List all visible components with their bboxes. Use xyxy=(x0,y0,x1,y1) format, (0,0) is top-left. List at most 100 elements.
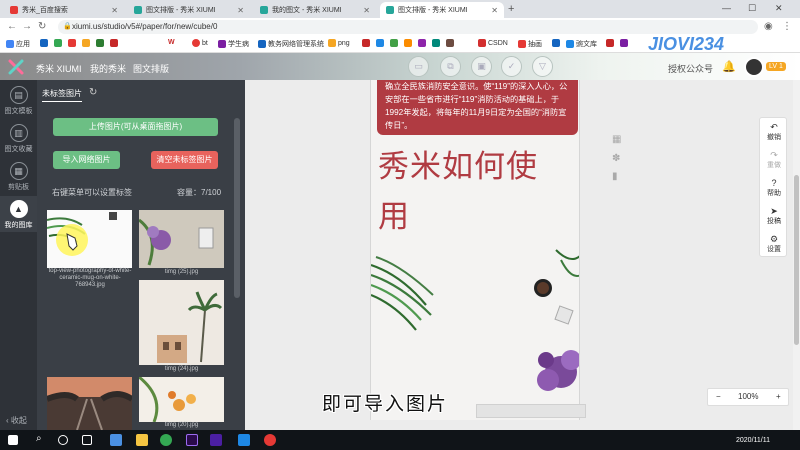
import-web-image-button[interactable]: 导入网络图片 xyxy=(53,151,120,169)
rail-item-gallery[interactable]: ▲ 我的图库 xyxy=(0,196,37,232)
maximize-icon[interactable]: ☐ xyxy=(748,3,756,14)
bookmark-icon[interactable] xyxy=(620,39,628,47)
bookmark-icons-group-4 xyxy=(606,39,630,47)
browser-tab-3[interactable]: 我的图文 - 秀米 XIUMI ✕ xyxy=(254,2,376,18)
settings-button[interactable]: ⚙ 设置 xyxy=(760,234,788,254)
scroll-thumb[interactable] xyxy=(794,175,799,345)
url-field[interactable]: 🔒 xiumi.us/studio/v5#/paper/for/new/cube/… xyxy=(58,20,758,34)
avatar[interactable] xyxy=(744,57,764,77)
bookmark-student[interactable]: 学生病 xyxy=(218,39,249,49)
dropdown-icon[interactable]: ▽ xyxy=(532,56,553,77)
record-icon[interactable] xyxy=(264,434,276,446)
bookmark-icon[interactable] xyxy=(418,39,426,47)
bookmark-w[interactable]: W xyxy=(168,39,175,46)
rail-item-favorites[interactable]: ▥ 图文收藏 xyxy=(0,120,37,156)
bookmark-png[interactable]: png xyxy=(328,39,350,47)
brand-name[interactable]: 秀米 XIUMI xyxy=(36,62,82,75)
rail-item-templates[interactable]: ▤ 图文模板 xyxy=(0,82,37,118)
menu-icon[interactable]: ⋮ xyxy=(782,21,792,32)
image-thumb-5[interactable] xyxy=(139,377,224,422)
cortana-icon[interactable] xyxy=(58,435,68,445)
browser-tab-2[interactable]: 图文排版 - 秀米 XIUMI ✕ xyxy=(128,2,250,18)
bookmark-icon[interactable] xyxy=(362,39,370,47)
new-tab-button[interactable]: + xyxy=(508,3,514,15)
bookmark-icon[interactable] xyxy=(432,39,440,47)
task-view-icon[interactable] xyxy=(82,435,92,445)
app-icon[interactable] xyxy=(210,434,222,446)
zoom-in-button[interactable]: + xyxy=(776,392,781,401)
bookmark-bt[interactable]: bt xyxy=(192,39,208,47)
save-icon[interactable]: ▣ xyxy=(471,56,492,77)
image-thumb-2[interactable] xyxy=(139,210,224,268)
preview-icon[interactable]: ▭ xyxy=(408,56,429,77)
bookmark-label: 教务网络管理系统 xyxy=(268,41,324,48)
close-icon[interactable]: ✕ xyxy=(237,6,244,15)
bookmark-edu[interactable]: 教务网络管理系统 xyxy=(258,39,324,49)
bookmark-apps[interactable]: 应用 xyxy=(6,39,30,49)
windows-start-icon[interactable] xyxy=(8,435,18,445)
submit-button[interactable]: ➤ 投稿 xyxy=(760,206,788,226)
bookmark-icon[interactable] xyxy=(68,39,76,47)
tab-untagged-images[interactable]: 未标签图片 xyxy=(42,88,82,102)
authorize-account-link[interactable]: 授权公众号 xyxy=(668,62,713,75)
bookmark-icon[interactable] xyxy=(110,39,118,47)
premiere-icon[interactable] xyxy=(186,434,198,446)
image-thumb-1[interactable] xyxy=(47,210,132,268)
panel-scrollbar[interactable] xyxy=(234,118,240,298)
search-icon[interactable]: ⌕ xyxy=(36,433,48,445)
clear-untagged-button[interactable]: 清空未标签图片 xyxy=(151,151,218,169)
bookmark-icon[interactable] xyxy=(404,39,412,47)
bookmark-icon[interactable] xyxy=(606,39,614,47)
collapse-button[interactable]: ‹ 收起 xyxy=(6,415,27,426)
grid-icon[interactable]: ▦ xyxy=(612,134,621,145)
check-icon[interactable]: ✓ xyxy=(501,56,522,77)
copy-icon[interactable]: ⧉ xyxy=(440,56,461,77)
notice-text-block[interactable]: 确立全民族消防安全意识。使“119”的深入人心，公安部在一些省市进行“119”消… xyxy=(377,80,578,135)
article-title[interactable]: 秀米如何使用 xyxy=(378,142,568,242)
bookmark-wenku[interactable]: 豌文库 xyxy=(566,39,597,49)
close-icon[interactable]: ✕ xyxy=(111,6,118,15)
folder-icon[interactable] xyxy=(136,434,148,446)
forward-icon[interactable]: → xyxy=(22,21,32,32)
help-button[interactable]: ? 帮助 xyxy=(760,178,788,198)
chart-icon[interactable]: ▮ xyxy=(612,171,618,182)
bookmark-icon[interactable] xyxy=(96,39,104,47)
undo-button[interactable]: ↶ 撤销 xyxy=(760,122,788,142)
bookmark-draw[interactable]: 抽画 xyxy=(518,39,542,49)
bell-icon[interactable]: 🔔 xyxy=(722,60,736,73)
phone-app-icon[interactable] xyxy=(238,434,250,446)
bottom-input-strip[interactable] xyxy=(476,404,586,418)
bookmark-icon[interactable] xyxy=(446,39,454,47)
close-icon[interactable]: ✕ xyxy=(491,6,498,15)
upload-image-button[interactable]: 上传图片(可从桌面拖图片) xyxy=(53,118,218,136)
rail-item-clipboard[interactable]: ▦ 剪贴板 xyxy=(0,158,37,194)
image-thumb-4[interactable] xyxy=(47,377,132,430)
settings-small-icon[interactable]: ✽ xyxy=(612,153,620,164)
close-icon[interactable]: ✕ xyxy=(363,6,370,15)
chrome-icon[interactable] xyxy=(160,434,172,446)
bookmark-icon[interactable] xyxy=(390,39,398,47)
browser-tab-1[interactable]: 秀米_百度搜索 ✕ xyxy=(4,2,124,18)
bookmark-icon[interactable] xyxy=(376,39,384,47)
xiumi-logo-icon[interactable] xyxy=(8,59,24,75)
zoom-out-button[interactable]: − xyxy=(716,392,721,401)
bookmark-icon[interactable] xyxy=(552,39,560,47)
main-scrollbar[interactable] xyxy=(793,80,800,430)
bookmark-icon[interactable] xyxy=(40,39,48,47)
nav-layout[interactable]: 图文排版 xyxy=(133,62,169,75)
bookmark-csdn[interactable]: CSDN xyxy=(478,39,508,47)
account-icon[interactable]: ◉ xyxy=(764,21,773,32)
nav-my-xiumi[interactable]: 我的秀米 xyxy=(90,62,126,75)
window-close-icon[interactable]: ✕ xyxy=(775,3,783,14)
bookmark-icon[interactable] xyxy=(54,39,62,47)
refresh-icon[interactable]: ↻ xyxy=(89,87,97,98)
minimize-icon[interactable]: — xyxy=(722,3,731,13)
image-thumb-3[interactable] xyxy=(139,280,224,365)
clipboard-icon: ▦ xyxy=(9,162,28,180)
reload-icon[interactable]: ↻ xyxy=(38,21,46,32)
browser-tab-4[interactable]: 图文排版 - 秀米 XIUMI ✕ xyxy=(380,2,504,18)
back-icon[interactable]: ← xyxy=(7,21,17,32)
redo-button[interactable]: ↷ 重做 xyxy=(760,150,788,170)
edge-icon[interactable] xyxy=(110,434,122,446)
bookmark-icon[interactable] xyxy=(82,39,90,47)
